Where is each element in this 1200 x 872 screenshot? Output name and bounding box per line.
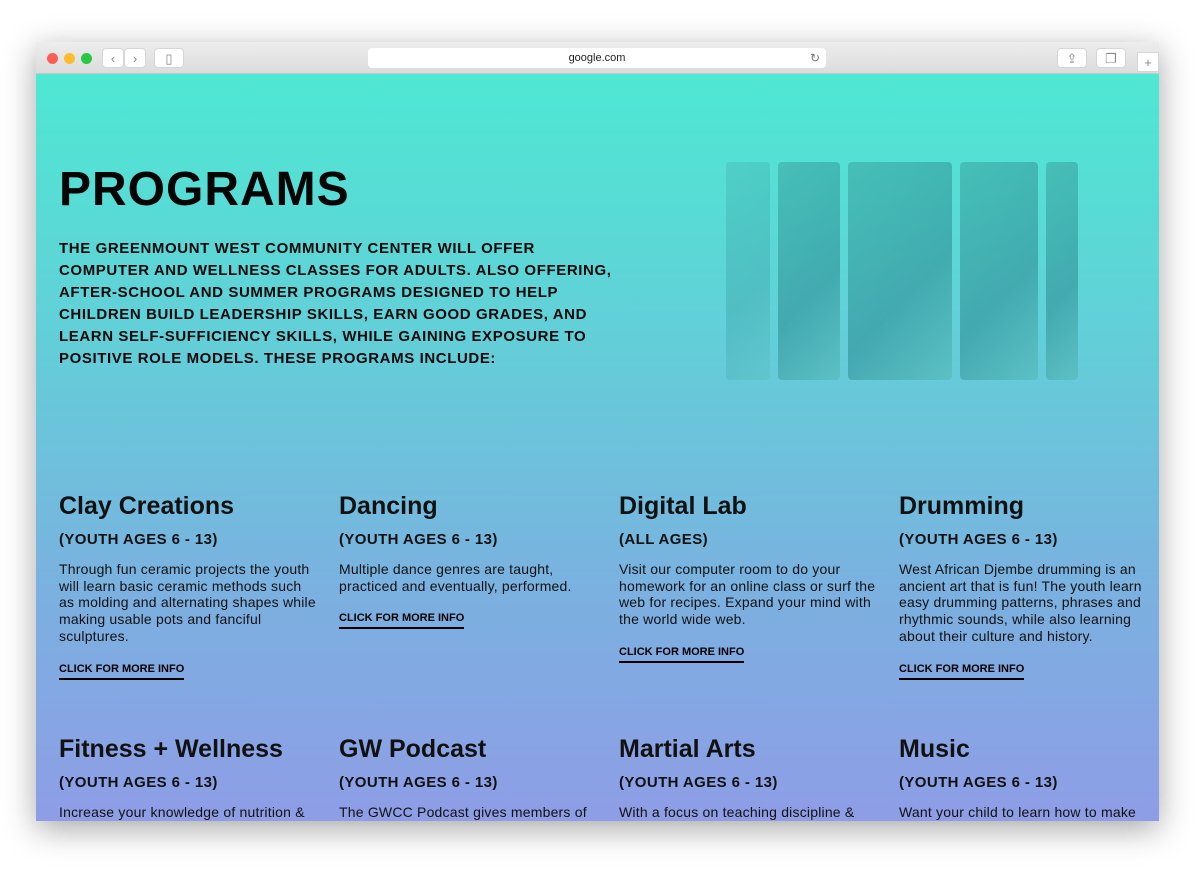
program-title: Drumming — [899, 492, 1024, 520]
program-description: Through fun ceramic projects the youth w… — [59, 561, 316, 644]
program-description: With a focus on teaching discipline & — [619, 804, 855, 820]
program-ages: (ALL AGES) — [619, 531, 708, 548]
program-description: Want your child to learn how to make — [899, 804, 1137, 820]
program-title: Fitness + Wellness — [59, 735, 283, 763]
program-title: Digital Lab — [619, 492, 747, 520]
program-ages: (YOUTH AGES 6 - 13) — [899, 531, 1058, 548]
program-title: Music — [899, 735, 970, 763]
program-card: Martial Arts (YOUTH AGES 6 - 13) With a fo… — [619, 735, 879, 821]
more-info-link[interactable]: CLICK FOR MORE INFO — [899, 663, 1025, 680]
maximize-button[interactable] — [81, 53, 92, 64]
reload-icon[interactable]: ↻ — [810, 48, 820, 68]
sidebar-icon[interactable]: ▯ — [154, 48, 184, 68]
program-card: Digital Lab (ALL AGES) Visit our computer … — [619, 492, 879, 663]
program-ages: (YOUTH AGES 6 - 13) — [59, 531, 218, 548]
browser-window: ‹ › ▯ google.com ↻ ⇪ ❐ + PROGRAMS The Gre… — [36, 42, 1159, 821]
program-ages: (YOUTH AGES 6 - 13) — [339, 774, 498, 791]
program-ages: (YOUTH AGES 6 - 13) — [59, 774, 218, 791]
program-ages: (YOUTH AGES 6 - 13) — [339, 531, 498, 548]
minimize-button[interactable] — [64, 53, 75, 64]
program-card: Drumming (YOUTH AGES 6 - 13) West African … — [899, 492, 1159, 680]
new-tab-icon[interactable]: + — [1137, 52, 1159, 72]
program-description: West African Djembe drumming is an ancie… — [899, 561, 1142, 644]
program-title: Martial Arts — [619, 735, 756, 763]
program-ages: (YOUTH AGES 6 - 13) — [899, 774, 1058, 791]
hero-image — [726, 162, 1078, 380]
program-card: Dancing (YOUTH AGES 6 - 13) Multiple dance… — [339, 492, 599, 630]
program-card: GW Podcast (YOUTH AGES 6 - 13) The GWCC Po… — [339, 735, 599, 821]
program-description: The GWCC Podcast gives members of — [339, 804, 587, 820]
page-title: PROGRAMS — [59, 163, 350, 216]
program-ages: (YOUTH AGES 6 - 13) — [619, 774, 778, 791]
program-title: Dancing — [339, 492, 438, 520]
address-bar[interactable]: google.com ↻ — [368, 48, 826, 68]
browser-toolbar: ‹ › ▯ google.com ↻ ⇪ ❐ + — [36, 42, 1159, 74]
forward-icon[interactable]: › — [124, 48, 146, 68]
more-info-link[interactable]: CLICK FOR MORE INFO — [619, 646, 745, 663]
program-card: Fitness + Wellness (YOUTH AGES 6 - 13) Inc… — [59, 735, 319, 821]
url-text: google.com — [568, 52, 626, 64]
program-card: Clay Creations (YOUTH AGES 6 - 13) Through… — [59, 492, 319, 680]
program-description: Increase your knowledge of nutrition & — [59, 804, 305, 820]
page-content: PROGRAMS The Greenmount West Community C… — [36, 74, 1159, 821]
close-button[interactable] — [47, 53, 58, 64]
program-description: Visit our computer room to do your homew… — [619, 561, 876, 628]
program-description: Multiple dance genres are taught, practi… — [339, 561, 572, 594]
intro-text: The Greenmount West Community Center wil… — [59, 240, 612, 367]
more-info-link[interactable]: CLICK FOR MORE INFO — [59, 663, 185, 680]
tabs-icon[interactable]: ❐ — [1096, 48, 1126, 68]
program-title: GW Podcast — [339, 735, 487, 763]
more-info-link[interactable]: CLICK FOR MORE INFO — [339, 612, 465, 630]
back-icon[interactable]: ‹ — [102, 48, 124, 68]
share-icon[interactable]: ⇪ — [1057, 48, 1087, 68]
program-card: Music (YOUTH AGES 6 - 13) Want your child … — [899, 735, 1159, 821]
program-title: Clay Creations — [59, 492, 235, 520]
